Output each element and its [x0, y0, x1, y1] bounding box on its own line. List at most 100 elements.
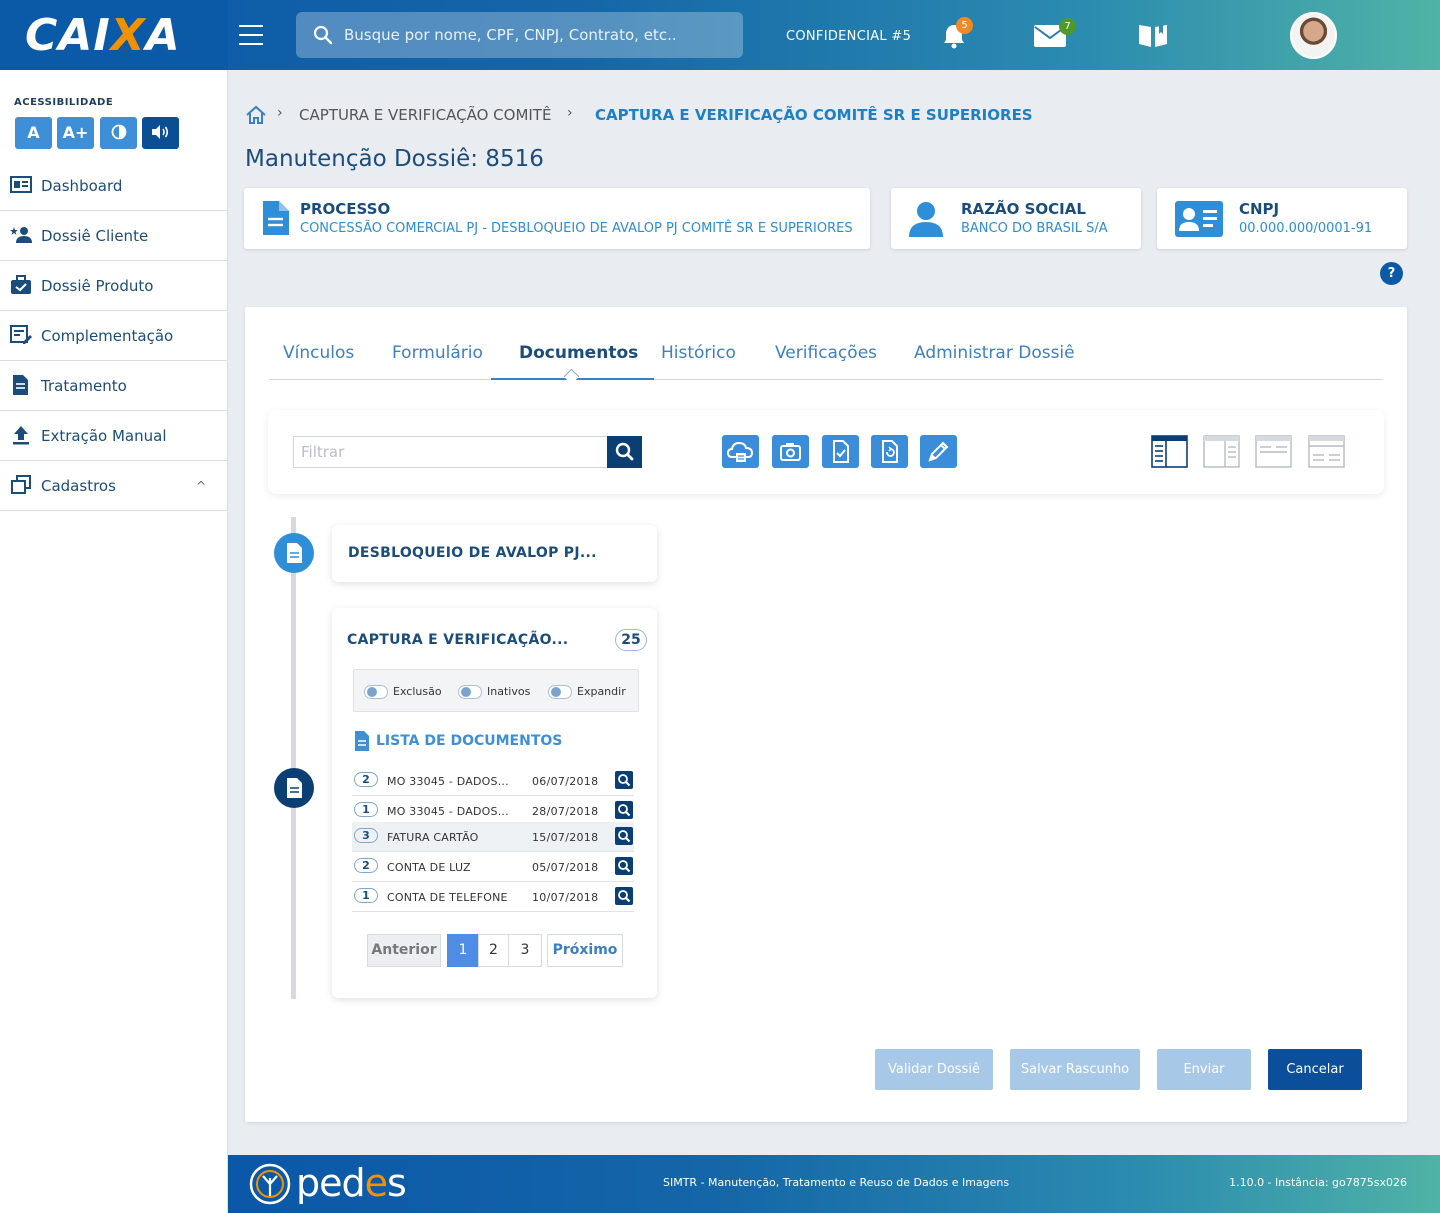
- caixa-logo[interactable]: CAIXA: [25, 10, 181, 61]
- pagination-page-1[interactable]: 1: [447, 934, 479, 967]
- document-version-badge: 1: [354, 802, 378, 817]
- messages-button[interactable]: 7: [1034, 18, 1076, 52]
- filter-input[interactable]: [293, 436, 608, 468]
- confidential-label: CONFIDENCIAL #5: [786, 29, 912, 44]
- tab-formulario[interactable]: Formulário: [392, 343, 483, 363]
- document-row[interactable]: 2 CONTA DE LUZ 05/07/2018: [352, 852, 634, 882]
- pagination-page-3[interactable]: 3: [508, 934, 542, 967]
- toggle-label: Expandir: [577, 685, 626, 698]
- view-layout-header-button[interactable]: [1308, 435, 1345, 468]
- view-layout-left-button[interactable]: [1151, 435, 1188, 468]
- view-document-icon[interactable]: [615, 771, 633, 789]
- documents-list-title: LISTA DE DOCUMENTOS: [376, 733, 563, 749]
- refresh-document-button[interactable]: [871, 435, 908, 468]
- document-row[interactable]: 2 MO 33045 - DADOS... 06/07/2018: [352, 766, 634, 796]
- sidebar-item-cadastros[interactable]: Cadastros ^: [0, 461, 228, 511]
- sidebar-item-dossie-cliente[interactable]: Dossiê Cliente: [0, 211, 228, 261]
- chevron-up-icon: ^: [195, 479, 206, 493]
- edit-button[interactable]: [920, 435, 957, 468]
- tabs-divider: [269, 379, 1383, 380]
- sidebar-item-dossie-produto[interactable]: Dossiê Produto: [0, 261, 228, 311]
- cloud-upload-icon: [726, 441, 754, 462]
- save-draft-button[interactable]: Salvar Rascunho: [1010, 1049, 1140, 1090]
- sidebar-item-label: Dashboard: [41, 177, 123, 195]
- filter-search-button[interactable]: [607, 436, 642, 468]
- document-check-icon: [833, 440, 849, 463]
- tab-historico[interactable]: Histórico: [661, 343, 736, 363]
- pagination-page-2[interactable]: 2: [478, 934, 509, 967]
- menu-toggle-button[interactable]: [239, 25, 263, 45]
- view-layout-rows-button[interactable]: [1255, 435, 1292, 468]
- document-date: 05/07/2018: [532, 861, 599, 874]
- sidebar-item-extracao-manual[interactable]: Extração Manual: [0, 411, 228, 461]
- tab-vinculos[interactable]: Vínculos: [283, 343, 354, 363]
- toggle-expandir[interactable]: Expandir: [548, 685, 626, 699]
- contrast-button[interactable]: [100, 117, 137, 149]
- manual-button[interactable]: [1137, 22, 1169, 52]
- tab-documentos[interactable]: Documentos: [519, 343, 638, 363]
- view-layout-right-button[interactable]: [1203, 435, 1240, 468]
- global-search-input[interactable]: [344, 12, 734, 58]
- refresh-document-icon: [882, 440, 898, 463]
- camera-button[interactable]: [772, 435, 809, 468]
- messages-badge: 7: [1059, 18, 1076, 35]
- copy-icon: [11, 475, 31, 494]
- tab-administrar-dossie[interactable]: Administrar Dossiê: [914, 343, 1075, 363]
- tab-verificacoes[interactable]: Verificações: [775, 343, 877, 363]
- sidebar-item-complementacao[interactable]: Complementação: [0, 311, 228, 361]
- audio-button[interactable]: [142, 117, 179, 149]
- id-card-icon: [1175, 201, 1223, 237]
- sidebar-item-dashboard[interactable]: Dashboard: [0, 161, 228, 211]
- hamburger-line: [239, 34, 263, 36]
- cancel-button[interactable]: Cancelar: [1268, 1049, 1362, 1090]
- view-document-icon[interactable]: [615, 887, 633, 905]
- view-document-icon[interactable]: [615, 857, 633, 875]
- toggle-inativos[interactable]: Inativos: [458, 685, 530, 699]
- document-version-badge: 2: [354, 858, 378, 873]
- footer-system-name: SIMTR - Manutenção, Tratamento e Reuso d…: [663, 1176, 1010, 1189]
- pagination-prev-button[interactable]: Anterior: [367, 934, 441, 967]
- view-document-icon[interactable]: [615, 827, 633, 845]
- document-icon: [263, 201, 289, 235]
- search-icon[interactable]: [313, 25, 333, 45]
- view-document-icon[interactable]: [615, 801, 633, 819]
- cnpj-title: CNPJ: [1239, 200, 1280, 218]
- user-avatar[interactable]: [1290, 12, 1337, 59]
- sidebar-item-label: Cadastros: [41, 477, 116, 495]
- home-icon[interactable]: [245, 104, 267, 126]
- notifications-button[interactable]: 5: [940, 17, 973, 54]
- cnpj-card: CNPJ 00.000.000/0001-91: [1157, 188, 1407, 249]
- sidebar: ACESSIBILIDADE A A+ Dashboard Dossiê Cli…: [0, 70, 228, 1213]
- document-row[interactable]: 3 FATURA CARTÃO 15/07/2018: [352, 822, 634, 852]
- send-button[interactable]: Enviar: [1157, 1049, 1251, 1090]
- contrast-icon: [111, 124, 126, 140]
- document-check-button[interactable]: [822, 435, 859, 468]
- documents-card-title: CAPTURA E VERIFICAÇÃO...: [347, 632, 569, 648]
- toggle-switch: [364, 685, 388, 699]
- font-default-button[interactable]: A: [15, 117, 52, 149]
- cloud-upload-button[interactable]: [722, 435, 759, 468]
- document-row[interactable]: 1 CONTA DE TELEFONE 10/07/2018: [352, 882, 634, 912]
- sidebar-item-label: Dossiê Cliente: [41, 227, 149, 245]
- top-bar: CAIXA CONFIDENCIAL #5 5 7: [0, 0, 1440, 70]
- cnpj-value: 00.000.000/0001-91: [1239, 221, 1373, 236]
- dossie-process-card[interactable]: DESBLOQUEIO DE AVALOP PJ...: [332, 525, 657, 582]
- process-value: CONCESSÃO COMERCIAL PJ - DESBLOQUEIO DE …: [300, 221, 853, 236]
- search-icon: [615, 442, 634, 461]
- document-date: 10/07/2018: [532, 891, 599, 904]
- process-card-title: DESBLOQUEIO DE AVALOP PJ...: [348, 545, 597, 561]
- help-button[interactable]: ?: [1380, 262, 1403, 285]
- pagination-next-button[interactable]: Próximo: [547, 934, 623, 967]
- sidebar-item-label: Complementação: [41, 327, 174, 345]
- document-name: CONTA DE LUZ: [387, 861, 471, 874]
- view-sidebar-right-icon: [1203, 435, 1240, 468]
- validate-dossie-button[interactable]: Validar Dossiê: [875, 1049, 993, 1090]
- document-name: MO 33045 - DADOS...: [387, 775, 509, 788]
- sidebar-item-tratamento[interactable]: Tratamento: [0, 361, 228, 411]
- breadcrumb-item[interactable]: CAPTURA E VERIFICAÇÃO COMITÊ: [299, 106, 551, 124]
- breadcrumb-current: CAPTURA E VERIFICAÇÃO COMITÊ SR E SUPERI…: [595, 106, 1033, 124]
- font-increase-button[interactable]: A+: [57, 117, 94, 149]
- hamburger-line: [239, 25, 263, 27]
- razao-social-card: RAZÃO SOCIAL BANCO DO BRASIL S/A: [891, 188, 1141, 249]
- toggle-exclusao[interactable]: Exclusão: [364, 685, 442, 699]
